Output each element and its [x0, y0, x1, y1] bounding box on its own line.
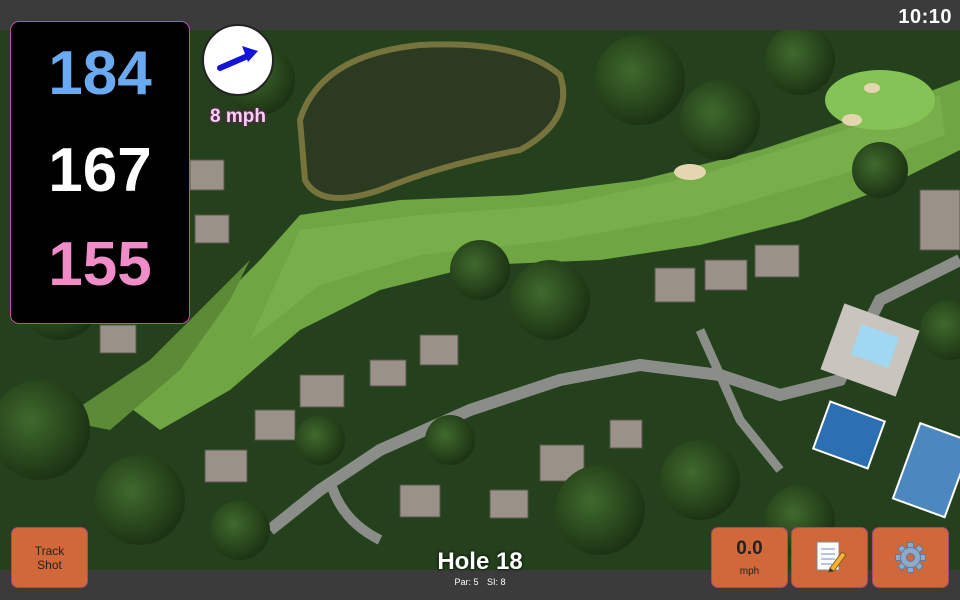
track-shot-label-line1: Track — [34, 543, 65, 558]
gear-icon — [895, 542, 926, 573]
front-yardage: 155 — [48, 230, 152, 299]
track-shot-button[interactable]: Track Shot — [12, 528, 87, 587]
hole-stroke-index: SI: 8 — [487, 577, 506, 587]
wind-direction-arrow-icon — [217, 46, 258, 71]
speed-button[interactable]: 0.0 mph — [712, 528, 787, 587]
status-time: 10:10 — [898, 6, 952, 28]
speed-unit: mph — [739, 566, 760, 577]
back-yardage: 184 — [48, 39, 152, 108]
notepad-pencil-icon — [816, 541, 847, 573]
wind-speed: 8 mph — [210, 106, 266, 127]
yardage-panel: 184 167 155 — [11, 22, 189, 323]
settings-button[interactable] — [873, 528, 948, 587]
hole-title: Hole 18 — [437, 548, 523, 575]
hole-info: Par: 5 SI: 8 — [380, 577, 580, 587]
speed-value: 0.0 — [736, 538, 763, 559]
hole-par: Par: 5 — [454, 577, 479, 587]
wind-indicator — [202, 24, 274, 96]
center-yardage: 167 — [48, 136, 152, 205]
notes-button[interactable] — [792, 528, 867, 587]
track-shot-label-line2: Shot — [37, 557, 62, 572]
